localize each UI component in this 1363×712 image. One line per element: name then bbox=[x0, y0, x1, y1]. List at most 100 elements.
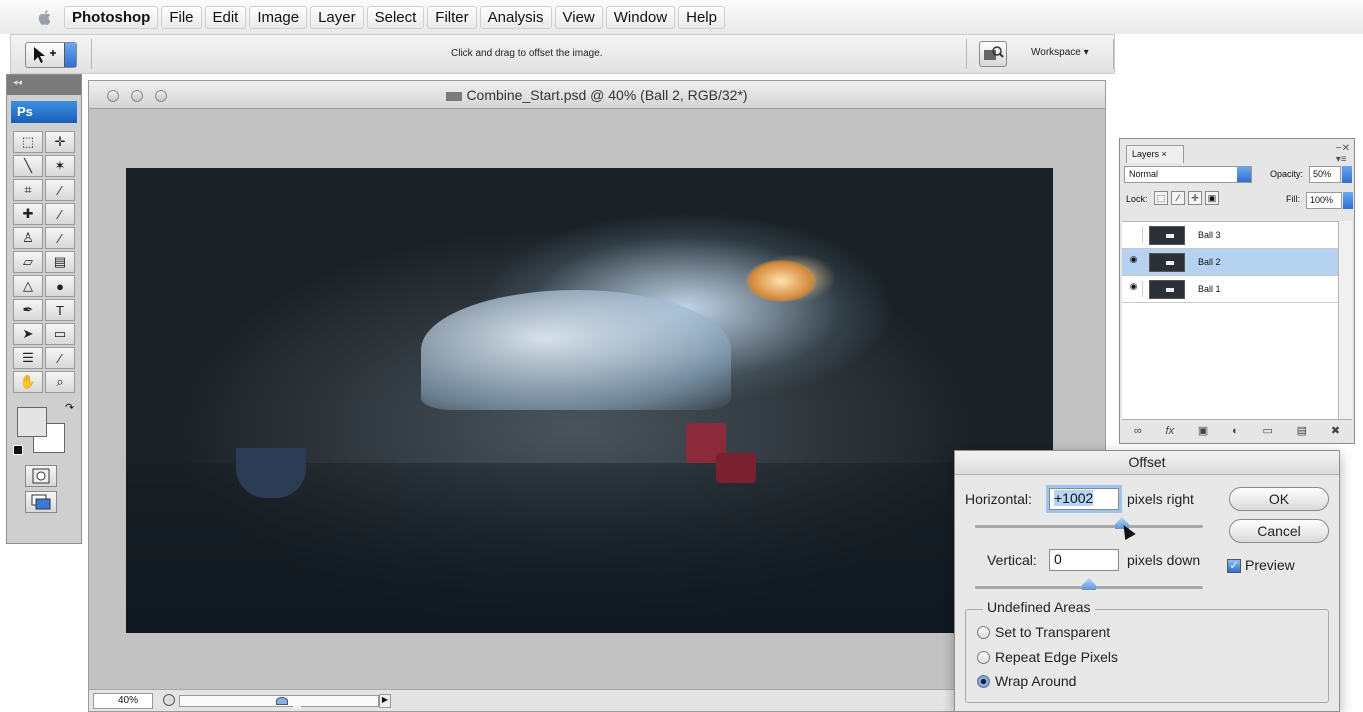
new-group-icon[interactable]: ▭ bbox=[1262, 424, 1272, 437]
type-tool-button[interactable]: T bbox=[45, 299, 75, 321]
opacity-slider-arrow-icon[interactable] bbox=[1342, 166, 1352, 183]
menu-window[interactable]: Window bbox=[605, 5, 676, 29]
clone-stamp-tool-button[interactable]: ♙ bbox=[13, 227, 43, 249]
healing-brush-tool-button[interactable]: ✚ bbox=[13, 203, 43, 225]
repeat-edge-pixels-label: Repeat Edge Pixels bbox=[995, 649, 1118, 665]
link-layers-icon[interactable]: ∞ bbox=[1134, 425, 1142, 437]
layer-list: Ball 3 ◉ Ball 2 ◉ Ball 1 bbox=[1122, 221, 1340, 419]
move-tool-button[interactable]: ✛ bbox=[45, 131, 75, 153]
menu-edit[interactable]: Edit bbox=[204, 5, 247, 29]
slice-tool-button[interactable]: ∕ bbox=[45, 179, 75, 201]
quick-mask-button[interactable] bbox=[25, 465, 57, 487]
vertical-input[interactable]: 0 bbox=[1049, 549, 1119, 571]
pen-tool-button[interactable]: ✒ bbox=[13, 299, 43, 321]
magic-wand-tool-icon: ✶ bbox=[54, 158, 66, 173]
layer-row-ball-2[interactable]: ◉ Ball 2 bbox=[1122, 249, 1340, 276]
magic-wand-tool-button[interactable]: ✶ bbox=[45, 155, 75, 177]
document-titlebar[interactable]: Combine_Start.psd @ 40% (Ball 2, RGB/32*… bbox=[89, 81, 1105, 109]
canvas-cup bbox=[236, 448, 306, 498]
wrap-around-radio[interactable] bbox=[977, 675, 990, 688]
menu-filter[interactable]: Filter bbox=[427, 5, 477, 29]
blur-tool-button[interactable]: △ bbox=[13, 275, 43, 297]
repeat-edge-pixels-radio[interactable] bbox=[977, 651, 990, 664]
bridge-icon bbox=[984, 46, 1004, 60]
default-colors-icon[interactable] bbox=[13, 445, 23, 455]
fill-slider-arrow-icon[interactable] bbox=[1343, 192, 1353, 209]
brush-tool-button[interactable]: ∕ bbox=[45, 203, 75, 225]
status-info-icon[interactable] bbox=[163, 694, 175, 706]
status-menu-arrow[interactable]: ▶ bbox=[379, 694, 391, 708]
move-tool-icon bbox=[34, 47, 56, 63]
menu-photoshop[interactable]: Photoshop bbox=[64, 5, 159, 29]
opacity-field[interactable]: 50% bbox=[1309, 166, 1341, 183]
vertical-slider-thumb[interactable] bbox=[1082, 578, 1096, 590]
new-layer-icon[interactable]: ▤ bbox=[1297, 424, 1307, 437]
horizontal-input[interactable]: +1002 bbox=[1049, 488, 1119, 510]
blend-row: Normal Opacity: 50% bbox=[1120, 163, 1354, 187]
add-mask-icon[interactable]: ▣ bbox=[1198, 424, 1208, 437]
lock-image-icon[interactable]: ∕ bbox=[1171, 191, 1185, 205]
swap-colors-icon[interactable]: ↷ bbox=[65, 401, 74, 414]
zoom-level-field[interactable]: 40% bbox=[93, 693, 153, 709]
gradient-tool-button[interactable]: ▤ bbox=[45, 251, 75, 273]
cancel-button[interactable]: Cancel bbox=[1229, 519, 1329, 543]
dodge-tool-button[interactable]: ● bbox=[45, 275, 75, 297]
eyedropper-tool-button[interactable]: ∕ bbox=[45, 347, 75, 369]
layer-style-icon[interactable]: fx bbox=[1166, 425, 1175, 437]
path-selection-tool-button[interactable]: ➤ bbox=[13, 323, 43, 345]
lock-transparent-icon[interactable]: ⬚ bbox=[1154, 191, 1168, 205]
image-canvas[interactable] bbox=[126, 168, 1053, 633]
layers-tab[interactable]: Layers × bbox=[1126, 145, 1184, 163]
slider-thumb[interactable] bbox=[276, 697, 301, 709]
layer-row-ball-1[interactable]: ◉ Ball 1 bbox=[1122, 276, 1340, 303]
hand-tool-button[interactable]: ✋ bbox=[13, 371, 43, 393]
shape-tool-button[interactable]: ▭ bbox=[45, 323, 75, 345]
tool-hint: Click and drag to offset the image. bbox=[451, 48, 603, 59]
horizontal-slider[interactable] bbox=[975, 525, 1203, 528]
tool-preset-picker[interactable] bbox=[25, 42, 77, 68]
layer-row-ball-3[interactable]: Ball 3 bbox=[1122, 222, 1340, 249]
menu-analysis[interactable]: Analysis bbox=[479, 5, 552, 29]
screen-mode-button[interactable] bbox=[25, 491, 57, 513]
menu-view[interactable]: View bbox=[554, 5, 603, 29]
preview-checkbox[interactable]: ✓ bbox=[1227, 559, 1241, 573]
horizontal-value: +1002 bbox=[1054, 490, 1094, 506]
notes-tool-button[interactable]: ☰ bbox=[13, 347, 43, 369]
lock-all-icon[interactable]: ▣ bbox=[1205, 191, 1219, 205]
layer-name: Ball 2 bbox=[1198, 257, 1221, 267]
lasso-tool-button[interactable]: ╲ bbox=[13, 155, 43, 177]
eye-icon[interactable]: ◉ bbox=[1125, 254, 1143, 270]
fill-field[interactable]: 100% bbox=[1306, 192, 1342, 209]
apple-menu-icon[interactable] bbox=[36, 8, 54, 26]
photoshop-logo[interactable]: Ps bbox=[11, 101, 77, 123]
go-to-bridge-button[interactable] bbox=[979, 41, 1007, 67]
status-scroll-slider[interactable] bbox=[179, 695, 379, 709]
menu-help[interactable]: Help bbox=[678, 5, 725, 29]
visibility-toggle-empty[interactable] bbox=[1125, 227, 1143, 243]
menu-image[interactable]: Image bbox=[249, 5, 308, 29]
preview-label: Preview bbox=[1245, 557, 1295, 573]
history-brush-tool-button[interactable]: ∕ bbox=[45, 227, 75, 249]
blend-mode-select[interactable]: Normal bbox=[1124, 166, 1252, 183]
marquee-tool-button[interactable]: ⬚ bbox=[13, 131, 43, 153]
menu-select[interactable]: Select bbox=[366, 5, 425, 29]
menu-file[interactable]: File bbox=[161, 5, 202, 29]
zoom-tool-button[interactable]: ⌕ bbox=[45, 371, 75, 393]
toolbox-collapse-toggle[interactable]: ◂◂ bbox=[7, 75, 81, 95]
panel-menu-icon[interactable]: −✕ ▾≡ bbox=[1336, 143, 1350, 165]
eraser-tool-button[interactable]: ▱ bbox=[13, 251, 43, 273]
set-to-transparent-radio[interactable] bbox=[977, 626, 990, 639]
workspace-menu[interactable]: Workspace ▾ bbox=[1031, 47, 1089, 58]
set-to-transparent-label: Set to Transparent bbox=[995, 624, 1111, 640]
adjustment-layer-icon[interactable]: ◐ bbox=[1232, 425, 1239, 437]
ok-button[interactable]: OK bbox=[1229, 487, 1329, 511]
dialog-title: Offset bbox=[955, 451, 1339, 475]
foreground-color-swatch[interactable] bbox=[17, 407, 47, 437]
lock-position-icon[interactable]: ✛ bbox=[1188, 191, 1202, 205]
quick-mask-icon bbox=[32, 468, 50, 484]
trash-icon[interactable]: ✖ bbox=[1331, 424, 1340, 437]
crop-tool-button[interactable]: ⌗ bbox=[13, 179, 43, 201]
menu-layer[interactable]: Layer bbox=[310, 5, 364, 29]
eye-icon[interactable]: ◉ bbox=[1125, 281, 1143, 297]
layer-list-scrollbar[interactable] bbox=[1338, 221, 1352, 419]
